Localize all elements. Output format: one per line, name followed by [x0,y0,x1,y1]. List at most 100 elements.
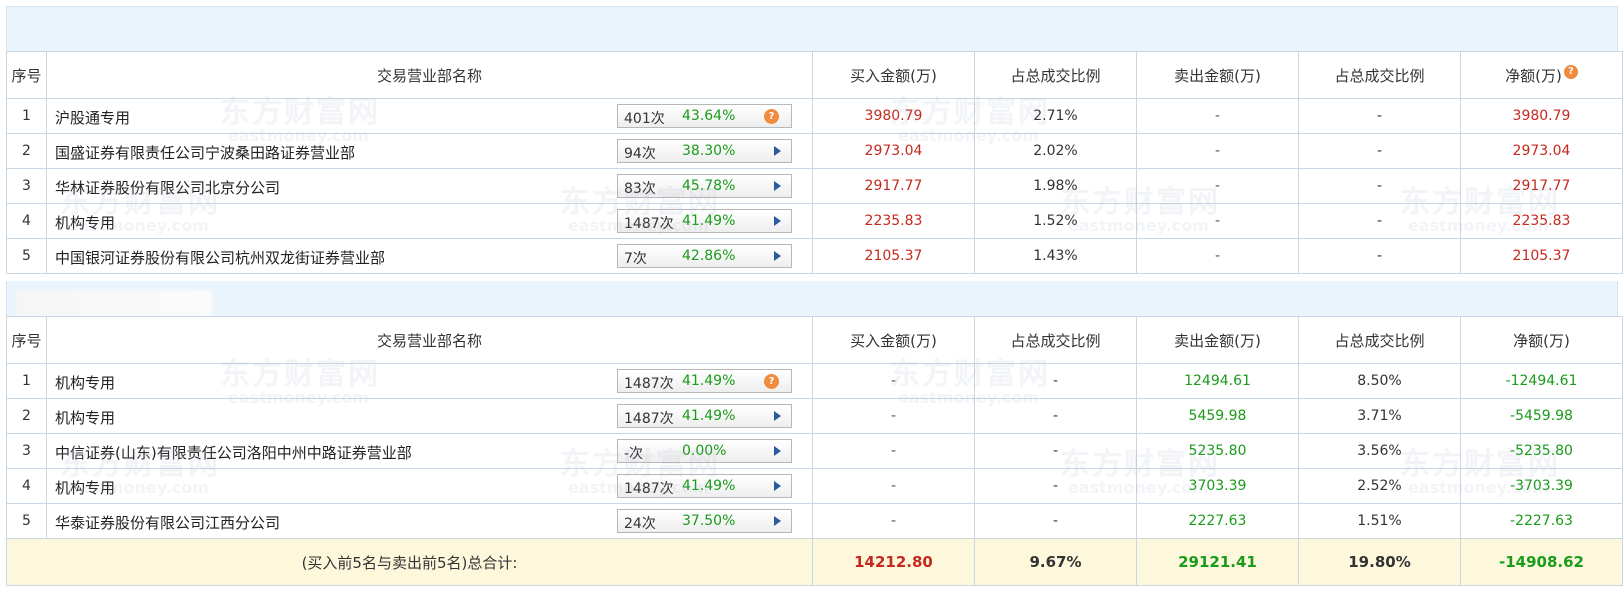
win-rate: 41.49% [682,478,736,494]
arrow-right-icon[interactable] [774,411,781,421]
arrow-right-icon[interactable] [774,516,781,526]
buy-amount: - [812,468,975,504]
row-idx: 2 [6,133,47,169]
arrow-right-icon[interactable] [774,216,781,226]
broker-stats-button[interactable]: 7次 42.86% [617,244,792,268]
net-amount: 2973.04 [1460,133,1623,169]
broker-name-link[interactable]: 华泰证券股份有限公司江西分公司 [55,512,280,533]
win-rate: 45.78% [682,178,736,194]
trade-count: 24次 [624,516,656,532]
win-rate: 42.86% [682,248,736,264]
broker-name-link[interactable]: 国盛证券有限责任公司宁波桑田路证券营业部 [55,142,355,163]
broker-name-link[interactable]: 机构专用 [55,372,115,393]
help-icon[interactable]: ? [764,374,779,389]
total-sell-ratio: 19.80% [1298,538,1461,586]
row-name-cell: 机构专用 1487次 41.49% [46,203,813,239]
broker-name-link[interactable]: 华林证券股份有限公司北京分公司 [55,177,280,198]
arrow-right-icon[interactable] [774,181,781,191]
arrow-right-icon[interactable] [774,146,781,156]
arrow-right-icon[interactable] [774,251,781,261]
broker-stats-button[interactable]: 401次 43.64%? [617,104,792,128]
win-rate: 0.00% [682,443,727,459]
sell-amount: - [1136,98,1299,134]
row-name-cell: 沪股通专用 401次 43.64%? [46,98,813,134]
table-row: 1 机构专用 1487次 41.49%? - -12494.61 8.50% -12494.6… [6,363,1623,399]
buy-ratio: 2.71% [974,98,1137,134]
row-idx: 3 [6,433,47,469]
buy-amount: - [812,398,975,434]
win-rate: 38.30% [682,143,736,159]
header-name: 交易营业部名称 [46,316,813,364]
win-rate: 41.49% [682,408,736,424]
sell-amount: - [1136,133,1299,169]
arrow-right-icon[interactable] [774,481,781,491]
net-amount: -12494.61 [1460,363,1623,399]
row-idx: 5 [6,503,47,539]
broker-name-link[interactable]: 中信证券(山东)有限责任公司洛阳中州中路证券营业部 [55,442,412,463]
broker-stats-button[interactable]: 83次 45.78% [617,174,792,198]
buy-ratio: - [974,363,1137,399]
broker-stats-button[interactable]: 1487次 41.49% [617,474,792,498]
broker-name-link[interactable]: 机构专用 [55,212,115,233]
buy-ratio: - [974,433,1137,469]
broker-name-link[interactable]: 中国银河证券股份有限公司杭州双龙街证券营业部 [55,247,385,268]
trade-count: -次 [624,446,644,462]
buy-ratio: - [974,503,1137,539]
trade-count: 1487次 [624,376,674,392]
row-idx: 1 [6,363,47,399]
buy-amount: - [812,433,975,469]
net-amount: -5235.80 [1460,433,1623,469]
header-idx: 序号 [6,51,47,99]
broker-stats-button[interactable]: 1487次 41.49%? [617,369,792,393]
buy-amount: - [812,363,975,399]
total-label: (买入前5名与卖出前5名)总合计: [6,538,813,586]
help-icon[interactable]: ? [764,109,779,124]
broker-stats-button[interactable]: 1487次 41.49% [617,209,792,233]
table-row: 4 机构专用 1487次 41.49% 2235.83 1.52% - -2235.83 [6,203,1623,239]
buy-ratio: 1.52% [974,203,1137,239]
sell-ratio: 3.71% [1298,398,1461,434]
row-name-cell: 华泰证券股份有限公司江西分公司 24次 37.50% [46,503,813,539]
sell-amount: 5459.98 [1136,398,1299,434]
row-idx: 5 [6,238,47,274]
broker-name-link[interactable]: 机构专用 [55,407,115,428]
trade-count: 7次 [624,251,647,267]
arrow-right-icon[interactable] [774,446,781,456]
row-idx: 2 [6,398,47,434]
buy-ratio: 1.98% [974,168,1137,204]
sell-amount: 3703.39 [1136,468,1299,504]
broker-name-link[interactable]: 沪股通专用 [55,107,130,128]
header-buy: 买入金额(万) [812,51,975,99]
row-idx: 4 [6,468,47,504]
sell-ratio: - [1298,168,1461,204]
buy-amount: 2105.37 [812,238,975,274]
trade-count: 94次 [624,146,656,162]
table-row: 1 沪股通专用 401次 43.64%? 3980.79 2.71% - -3980.79 [6,98,1623,134]
trade-count: 1487次 [624,411,674,427]
net-amount: -2227.63 [1460,503,1623,539]
buy-amount: 2235.83 [812,203,975,239]
broker-stats-button[interactable]: -次 0.00% [617,439,792,463]
sell-amount: 12494.61 [1136,363,1299,399]
help-icon[interactable]: ? [1563,64,1578,79]
sell-table-header-row: 序号 交易营业部名称 买入金额(万) 占总成交比例 卖出金额(万) 占总成交比例… [6,316,1623,364]
broker-name-link[interactable]: 机构专用 [55,477,115,498]
sell-amount: - [1136,168,1299,204]
row-idx: 1 [6,98,47,134]
table-row: 3 华林证券股份有限公司北京分公司 83次 45.78% 2917.77 1.98% - -2… [6,168,1623,204]
header-buy: 买入金额(万) [812,316,975,364]
sell-ratio: 8.50% [1298,363,1461,399]
broker-stats-button[interactable]: 94次 38.30% [617,139,792,163]
buy-amount: 2973.04 [812,133,975,169]
table-row: 3 中信证券(山东)有限责任公司洛阳中州中路证券营业部 -次 0.00% - -5235.… [6,433,1623,469]
total-sell: 29121.41 [1136,538,1299,586]
broker-stats-button[interactable]: 24次 37.50% [617,509,792,533]
total-net: -14908.62 [1460,538,1623,586]
row-name-cell: 中国银河证券股份有限公司杭州双龙街证券营业部 7次 42.86% [46,238,813,274]
win-rate: 41.49% [682,213,736,229]
trade-count: 401次 [624,111,665,127]
sell-ratio: - [1298,133,1461,169]
header-sell-ratio: 占总成交比例 [1298,316,1461,364]
header-idx: 序号 [6,316,47,364]
broker-stats-button[interactable]: 1487次 41.49% [617,404,792,428]
